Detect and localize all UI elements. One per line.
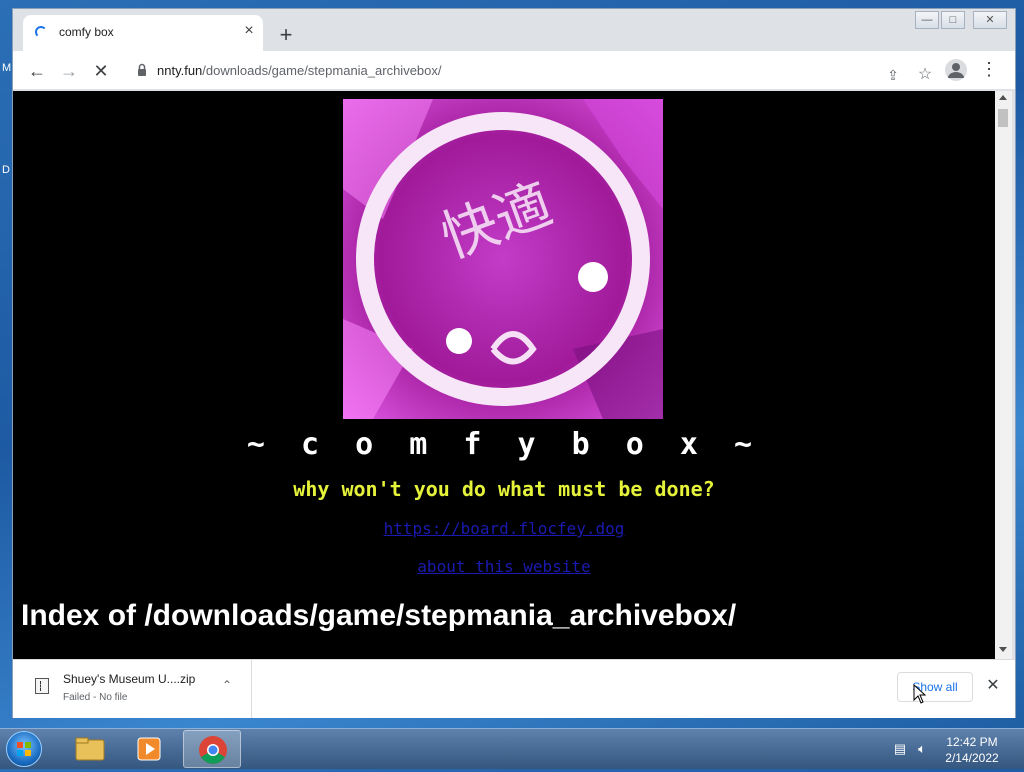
start-button[interactable] xyxy=(6,731,42,767)
board-link[interactable]: https://board.flocfey.dog xyxy=(13,519,995,538)
about-website-link[interactable]: about this website xyxy=(13,557,995,576)
stop-loading-button[interactable]: ✕ xyxy=(91,61,111,81)
browser-window: comfy box × + — □ ✕ ← → ✕ nnty.fun/downl… xyxy=(12,8,1016,718)
maximize-button[interactable]: □ xyxy=(941,11,965,29)
scroll-down-arrow-icon[interactable] xyxy=(999,647,1007,652)
url-host: nnty.fun xyxy=(157,63,203,78)
page-content: 快適 ~ c o m f y b o x ~ why won't you do … xyxy=(13,91,995,659)
windows-logo-icon xyxy=(17,742,31,756)
tab-comfy-box[interactable]: comfy box × xyxy=(23,15,263,51)
forward-button[interactable]: → xyxy=(59,61,79,81)
download-shelf: Shuey's Museum U....zip Failed - No file… xyxy=(13,659,1015,718)
back-button[interactable]: ← xyxy=(27,61,47,81)
tagline: why won't you do what must be done? xyxy=(293,477,715,501)
url-path: /downloads/game/stepmania_archivebox/ xyxy=(202,63,442,78)
comfy-box-logo-image: 快適 xyxy=(343,99,663,419)
download-item[interactable]: Shuey's Museum U....zip Failed - No file… xyxy=(13,660,252,718)
media-player-icon xyxy=(137,737,161,761)
clock-date: 2/14/2022 xyxy=(945,751,999,765)
new-tab-button[interactable]: + xyxy=(275,24,297,47)
bookmark-star-icon[interactable]: ☆ xyxy=(915,65,935,85)
minimize-button[interactable]: — xyxy=(915,11,939,29)
clock[interactable]: 12:42 PM 2/14/2022 xyxy=(936,734,1008,766)
mouse-cursor-icon xyxy=(913,684,927,704)
browser-menu-icon[interactable]: ⋮ xyxy=(979,59,999,79)
taskbar-explorer-button[interactable] xyxy=(60,730,118,768)
chevron-up-icon[interactable]: ⌃ xyxy=(219,678,235,692)
lock-icon[interactable] xyxy=(137,63,147,77)
clock-time: 12:42 PM xyxy=(946,735,998,749)
tab-title: comfy box xyxy=(59,25,114,39)
taskbar-media-player-button[interactable] xyxy=(120,730,178,768)
download-file-name: Shuey's Museum U....zip xyxy=(63,672,196,686)
taskbar-chrome-button[interactable] xyxy=(183,730,241,768)
share-icon[interactable]: ⇪ xyxy=(883,65,903,85)
show-all-downloads-button[interactable]: Show all xyxy=(897,672,973,702)
folder-icon xyxy=(75,737,105,761)
taskbar: ▤ 🔈︎ 12:42 PM 2/14/2022 xyxy=(0,728,1024,769)
loading-spinner-icon xyxy=(35,26,47,38)
person-icon xyxy=(948,63,964,78)
site-title: ~ c o m f y b o x ~ xyxy=(246,427,762,462)
zip-file-icon xyxy=(35,678,49,694)
vertical-scrollbar[interactable] xyxy=(995,91,1012,659)
scroll-up-arrow-icon[interactable] xyxy=(999,95,1007,100)
scrollbar-thumb[interactable] xyxy=(998,109,1008,127)
chrome-icon xyxy=(199,736,227,764)
tab-close-icon[interactable]: × xyxy=(239,21,259,41)
browser-toolbar: ← → ✕ nnty.fun/downloads/game/stepmania_… xyxy=(13,51,1015,89)
profile-avatar-icon[interactable] xyxy=(945,59,967,81)
tab-strip: comfy box × + — □ ✕ xyxy=(13,9,1015,51)
volume-icon[interactable]: 🔈︎ xyxy=(914,741,930,757)
close-window-button[interactable]: ✕ xyxy=(973,11,1007,29)
close-download-shelf-icon[interactable]: ✕ xyxy=(983,676,1003,696)
index-heading: Index of /downloads/game/stepmania_archi… xyxy=(21,599,737,632)
desktop-icon-label-fragment[interactable]: M xyxy=(2,62,11,74)
download-status: Failed - No file xyxy=(63,692,128,703)
url-text[interactable]: nnty.fun/downloads/game/stepmania_archiv… xyxy=(157,63,442,78)
desktop-icon-label-fragment[interactable]: D xyxy=(2,164,10,176)
address-bar[interactable]: nnty.fun/downloads/game/stepmania_archiv… xyxy=(123,57,953,85)
network-icon[interactable]: ▤ xyxy=(892,741,908,757)
